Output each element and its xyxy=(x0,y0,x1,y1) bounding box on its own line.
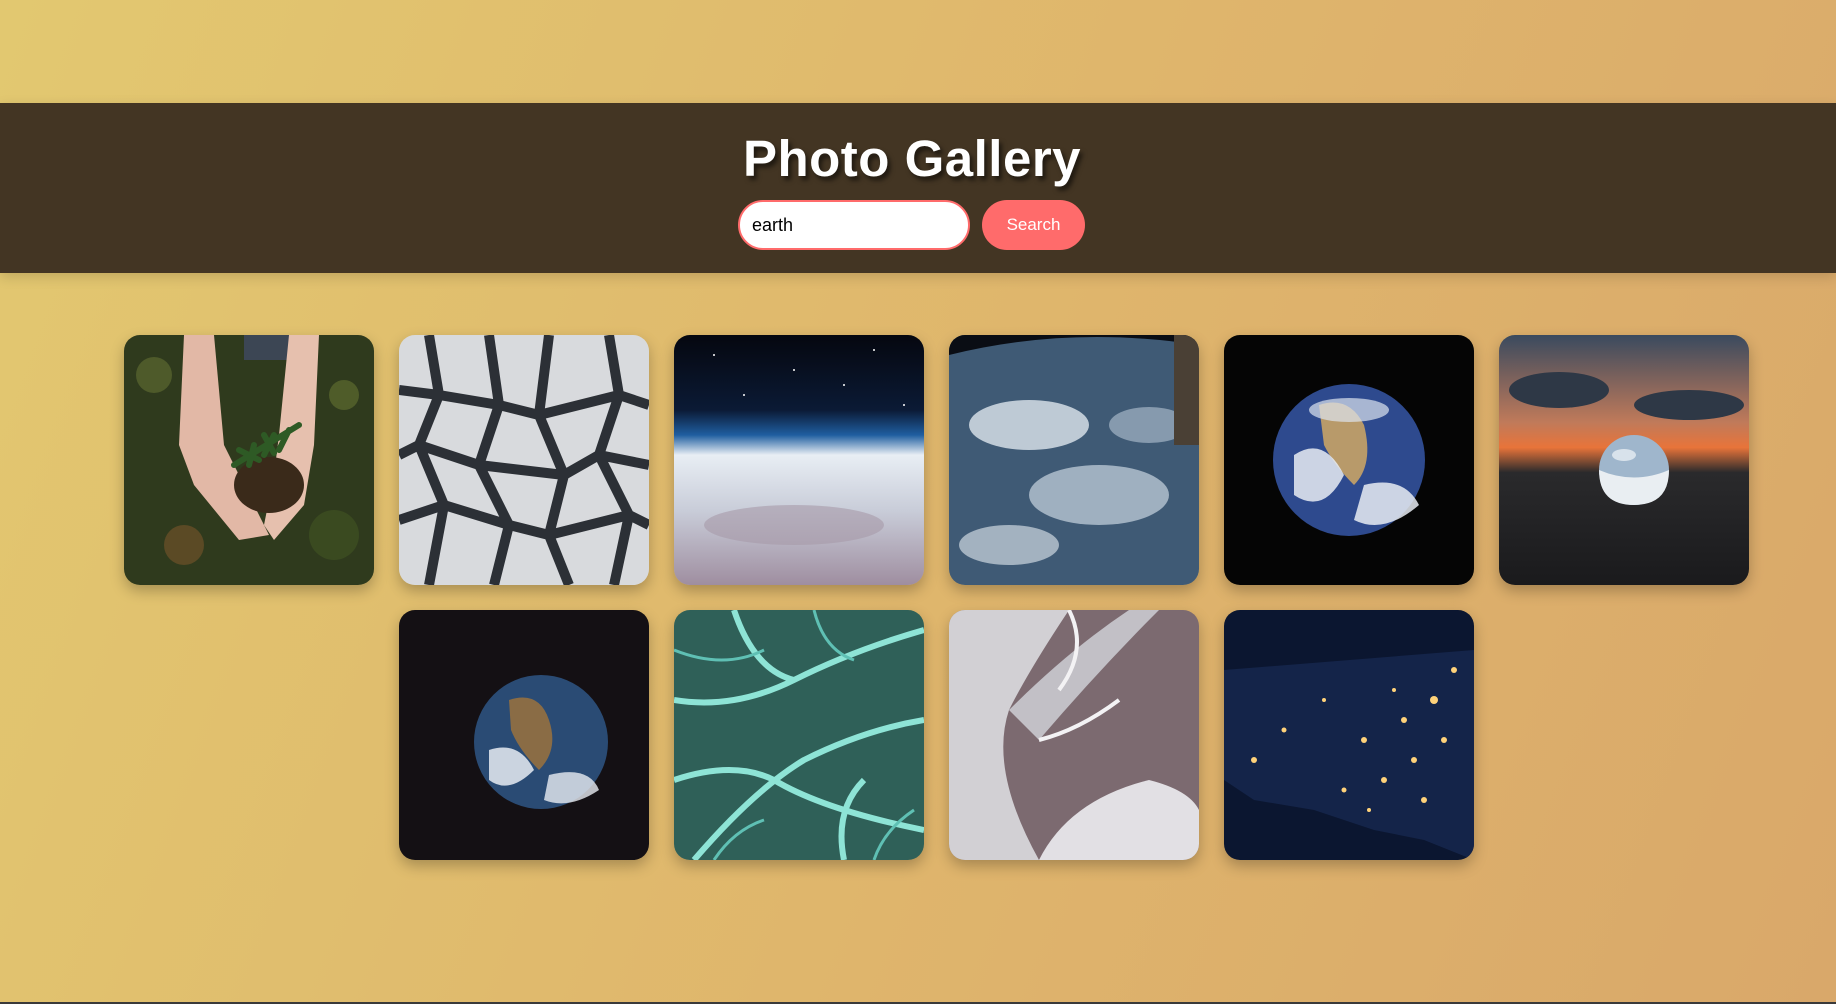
usa-night-lights-photo xyxy=(1224,610,1474,860)
photo-tile-7[interactable] xyxy=(399,610,649,860)
earth-globe-dark-photo xyxy=(399,610,649,860)
search-input[interactable] xyxy=(738,200,970,250)
search-button[interactable]: Search xyxy=(982,200,1085,250)
teal-river-delta-aerial-photo xyxy=(674,610,924,860)
photo-tile-8[interactable] xyxy=(674,610,924,860)
photo-tile-6[interactable] xyxy=(1499,335,1749,585)
header-bar: Photo Gallery Search xyxy=(0,103,1836,273)
glacier-riverbed-aerial-photo xyxy=(949,610,1199,860)
blue-marble-earth-photo xyxy=(1224,335,1474,585)
photo-tile-5[interactable] xyxy=(1224,335,1474,585)
photo-tile-3[interactable] xyxy=(674,335,924,585)
earth-from-space-station-photo xyxy=(949,335,1199,585)
photo-tile-1[interactable] xyxy=(124,335,374,585)
photo-tile-2[interactable] xyxy=(399,335,649,585)
hands-holding-fern-photo xyxy=(124,335,374,585)
crystal-ball-sunset-photo xyxy=(1499,335,1749,585)
photo-tile-4[interactable] xyxy=(949,335,1199,585)
photo-tile-9[interactable] xyxy=(949,610,1199,860)
earth-horizon-from-space-photo xyxy=(674,335,924,585)
photo-tile-10[interactable] xyxy=(1224,610,1474,860)
cracked-dry-earth-photo xyxy=(399,335,649,585)
page-title: Photo Gallery xyxy=(742,130,1082,187)
